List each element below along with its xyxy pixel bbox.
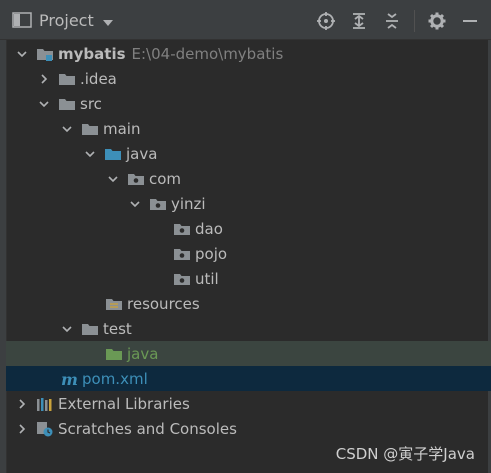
tree-label: pojo bbox=[195, 244, 228, 263]
tree-node-pojo[interactable]: pojo bbox=[6, 241, 491, 266]
tree-label: Scratches and Consoles bbox=[58, 419, 237, 438]
svg-text:m: m bbox=[61, 371, 78, 387]
select-opened-file-icon[interactable] bbox=[315, 10, 337, 32]
tree-label: External Libraries bbox=[58, 394, 190, 413]
chevron-right-icon[interactable] bbox=[15, 422, 29, 436]
package-icon bbox=[173, 271, 191, 287]
tree-label: pom.xml bbox=[82, 369, 148, 388]
tree-node-src[interactable]: src bbox=[6, 91, 491, 116]
tree-label: yinzi bbox=[171, 194, 206, 213]
chevron-down-icon[interactable] bbox=[106, 172, 120, 186]
package-icon bbox=[173, 246, 191, 262]
folder-icon bbox=[81, 321, 99, 337]
folder-icon bbox=[58, 96, 76, 112]
tree-label: resources bbox=[127, 294, 200, 313]
toolbar-actions bbox=[304, 10, 481, 32]
tree-node-resources[interactable]: resources bbox=[6, 291, 491, 316]
library-icon bbox=[36, 396, 54, 412]
tree-node-external-libraries[interactable]: External Libraries bbox=[6, 391, 491, 416]
chevron-right-icon[interactable] bbox=[15, 397, 29, 411]
module-path: E:\04-demo\mybatis bbox=[131, 44, 284, 63]
collapse-all-icon[interactable] bbox=[381, 10, 403, 32]
package-icon bbox=[127, 171, 145, 187]
tree-label: mybatis bbox=[58, 44, 126, 63]
tree-label: java bbox=[126, 144, 158, 163]
tree-node-mybatis[interactable]: mybatis E:\04-demo\mybatis bbox=[6, 41, 491, 66]
tree-label: test bbox=[103, 319, 132, 338]
module-folder-icon bbox=[36, 46, 54, 62]
tree-node-dao[interactable]: dao bbox=[6, 216, 491, 241]
toolbar-separator bbox=[414, 10, 415, 32]
tree-node-java-main[interactable]: java bbox=[6, 141, 491, 166]
source-folder-icon bbox=[104, 146, 122, 162]
tree-label: com bbox=[149, 169, 182, 188]
tree-node-com[interactable]: com bbox=[6, 166, 491, 191]
chevron-down-icon[interactable] bbox=[15, 47, 29, 61]
package-icon bbox=[149, 196, 167, 212]
tree-label: dao bbox=[195, 219, 223, 238]
chevron-down-icon[interactable] bbox=[83, 147, 97, 161]
project-tree: mybatis E:\04-demo\mybatis .idea src mai… bbox=[6, 40, 491, 473]
gear-icon[interactable] bbox=[426, 10, 448, 32]
scratches-icon bbox=[36, 421, 54, 437]
chevron-down-icon[interactable] bbox=[102, 14, 114, 26]
tree-node-scratches[interactable]: Scratches and Consoles bbox=[6, 416, 491, 441]
chevron-down-icon[interactable] bbox=[37, 97, 51, 111]
project-tool-window: Project mybatis E:\04-demo\mybatis .idea… bbox=[0, 0, 491, 473]
chevron-down-icon[interactable] bbox=[60, 122, 74, 136]
tree-node-pom[interactable]: m pom.xml bbox=[6, 366, 491, 391]
tree-node-yinzi[interactable]: yinzi bbox=[6, 191, 491, 216]
test-folder-icon bbox=[105, 346, 123, 362]
project-title: Project bbox=[39, 10, 94, 30]
tree-label: java bbox=[127, 344, 159, 363]
tree-node-util[interactable]: util bbox=[6, 266, 491, 291]
tree-node-idea[interactable]: .idea bbox=[6, 66, 491, 91]
tree-node-main[interactable]: main bbox=[6, 116, 491, 141]
chevron-down-icon[interactable] bbox=[60, 322, 74, 336]
project-view-selector[interactable]: Project bbox=[12, 9, 114, 31]
chevron-down-icon[interactable] bbox=[128, 197, 142, 211]
tree-node-test[interactable]: test bbox=[6, 316, 491, 341]
chevron-right-icon[interactable] bbox=[37, 72, 51, 86]
maven-icon: m bbox=[60, 370, 78, 389]
hide-icon[interactable] bbox=[459, 10, 481, 32]
project-toolbar: Project bbox=[0, 0, 491, 40]
folder-icon bbox=[58, 71, 76, 87]
package-icon bbox=[173, 221, 191, 237]
expand-all-icon[interactable] bbox=[348, 10, 370, 32]
tree-label: src bbox=[80, 94, 102, 113]
tree-label: util bbox=[195, 269, 219, 288]
watermark: CSDN @寅子学Java bbox=[335, 445, 475, 463]
tree-label: .idea bbox=[80, 69, 117, 88]
project-window-icon bbox=[12, 12, 32, 28]
folder-icon bbox=[81, 121, 99, 137]
resources-folder-icon bbox=[105, 296, 123, 312]
tree-node-java-test[interactable]: java bbox=[6, 341, 491, 366]
tree-label: main bbox=[103, 119, 141, 138]
